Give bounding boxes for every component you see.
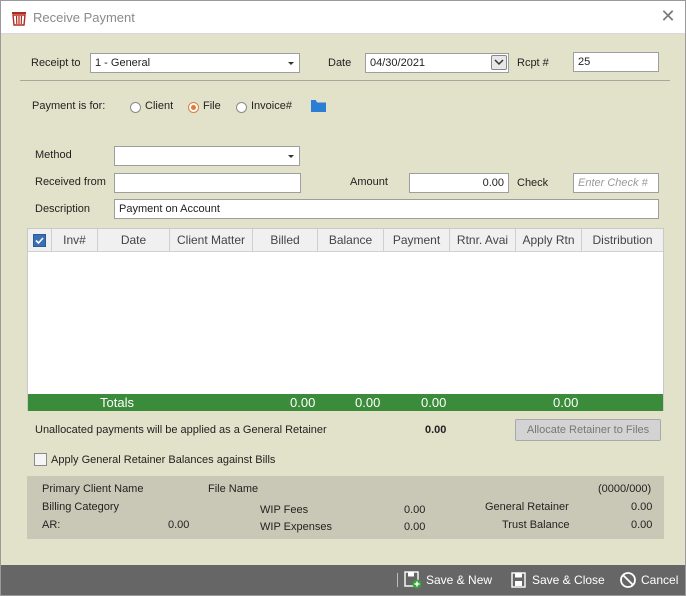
col-date[interactable]: Date: [98, 229, 170, 252]
received-from-input[interactable]: [114, 173, 301, 193]
radio-invoice-label[interactable]: Invoice#: [251, 100, 292, 112]
date-value: 04/30/2021: [370, 57, 426, 69]
totals-balance: 0.00: [355, 395, 381, 410]
footer-bar: Save & New Save & Close Cancel: [1, 565, 685, 595]
payment-for-label: Payment is for:: [32, 100, 106, 112]
check-number-input[interactable]: Enter Check #: [573, 173, 659, 193]
wip-expenses-label: WIP Expenses: [260, 521, 332, 533]
wip-expenses-value: 0.00: [404, 521, 426, 533]
method-dropdown[interactable]: [114, 146, 300, 166]
folder-icon[interactable]: [311, 99, 326, 112]
wip-fees-label: WIP Fees: [260, 504, 309, 516]
billing-category-label: Billing Category: [42, 501, 120, 513]
ar-value: 0.00: [168, 519, 190, 531]
cancel-button[interactable]: Cancel: [619, 571, 683, 589]
rcpt-number-value: 25: [578, 56, 591, 68]
dropdown-arrow-icon: [288, 155, 294, 158]
col-distribution[interactable]: Distribution: [582, 229, 663, 252]
received-from-label: Received from: [35, 176, 106, 188]
radio-file-label[interactable]: File: [203, 100, 221, 112]
col-client-matter[interactable]: Client Matter: [170, 229, 253, 252]
amount-label: Amount: [350, 176, 388, 188]
radio-client-label[interactable]: Client: [145, 100, 173, 112]
amount-value: 0.00: [482, 177, 504, 189]
cancel-icon: [620, 572, 636, 588]
calendar-dropdown-icon: [494, 59, 504, 66]
date-label: Date: [328, 57, 352, 69]
col-inv[interactable]: Inv#: [52, 229, 98, 252]
check-number-placeholder: Enter Check #: [578, 177, 648, 189]
rcpt-number-field[interactable]: 25: [573, 52, 659, 72]
col-apply-rtn[interactable]: Apply Rtn: [516, 229, 582, 252]
save-new-label: Save & New: [426, 573, 493, 587]
app-logo-icon: [12, 12, 26, 26]
grid-header: Inv# Date Client Matter Billed Balance P…: [28, 229, 663, 252]
amount-input[interactable]: 0.00: [409, 173, 509, 193]
primary-client-label: Primary Client Name: [42, 483, 144, 495]
col-payment[interactable]: Payment: [384, 229, 450, 252]
rcpt-label: Rcpt #: [517, 57, 549, 69]
col-rtnr-avail[interactable]: Rtnr. Avai: [450, 229, 516, 252]
date-picker[interactable]: 04/30/2021: [365, 53, 509, 73]
radio-file-button[interactable]: [188, 102, 199, 113]
col-billed[interactable]: Billed: [253, 229, 318, 252]
description-label: Description: [35, 203, 91, 215]
totals-payment: 0.00: [421, 395, 447, 410]
apply-retainer-label[interactable]: Apply General Retainer Balances against …: [51, 454, 275, 466]
allocate-retainer-button[interactable]: Allocate Retainer to Files: [515, 419, 661, 441]
save-close-label: Save & Close: [532, 573, 605, 587]
trust-balance-value: 0.00: [631, 519, 653, 531]
unallocated-text: Unallocated payments will be applied as …: [35, 424, 327, 436]
dropdown-arrow-icon: [288, 62, 294, 65]
receive-payment-window: Receive Payment ✕ Receipt to 1 - General…: [0, 0, 686, 596]
general-retainer-value: 0.00: [631, 501, 653, 513]
calendar-dropdown-button[interactable]: [491, 55, 507, 70]
title-bar: Receive Payment ✕: [1, 1, 685, 34]
save-close-button[interactable]: Save & Close: [510, 571, 610, 589]
radio-invoice-button[interactable]: [236, 102, 247, 113]
cancel-label: Cancel: [641, 573, 679, 587]
col-balance[interactable]: Balance: [318, 229, 384, 252]
window-title: Receive Payment: [33, 10, 135, 25]
apply-retainer-checkbox[interactable]: [34, 453, 47, 466]
save-new-icon: [404, 571, 422, 589]
check-label: Check: [517, 177, 549, 189]
general-retainer-label: General Retainer: [485, 501, 569, 513]
totals-label: Totals: [100, 395, 134, 410]
save-new-button[interactable]: Save & New: [404, 571, 499, 589]
receipt-to-dropdown[interactable]: 1 - General: [90, 53, 300, 73]
grid-totals-row: Totals 0.00 0.00 0.00 0.00: [28, 394, 663, 411]
select-all-check-icon[interactable]: [33, 234, 46, 247]
method-label: Method: [35, 149, 72, 161]
file-name-label: File Name: [208, 483, 259, 495]
header-divider: [20, 80, 670, 81]
wip-fees-value: 0.00: [404, 504, 426, 516]
file-code: (0000/000): [598, 483, 652, 495]
receipt-to-label: Receipt to: [31, 57, 81, 69]
receipt-to-value: 1 - General: [95, 57, 151, 69]
footer-separator: [397, 573, 398, 587]
invoice-grid[interactable]: Inv# Date Client Matter Billed Balance P…: [27, 228, 664, 411]
description-value: Payment on Account: [119, 203, 220, 215]
totals-apply-rtn: 0.00: [553, 395, 579, 410]
ar-label: AR:: [42, 519, 61, 531]
totals-billed: 0.00: [290, 395, 316, 410]
close-icon[interactable]: ✕: [659, 7, 677, 25]
select-all-cell[interactable]: [28, 229, 52, 252]
trust-balance-label: Trust Balance: [502, 519, 570, 531]
unallocated-value: 0.00: [425, 424, 447, 436]
description-input[interactable]: Payment on Account: [114, 199, 659, 219]
radio-client-button[interactable]: [130, 102, 141, 113]
save-close-icon: [511, 572, 526, 588]
